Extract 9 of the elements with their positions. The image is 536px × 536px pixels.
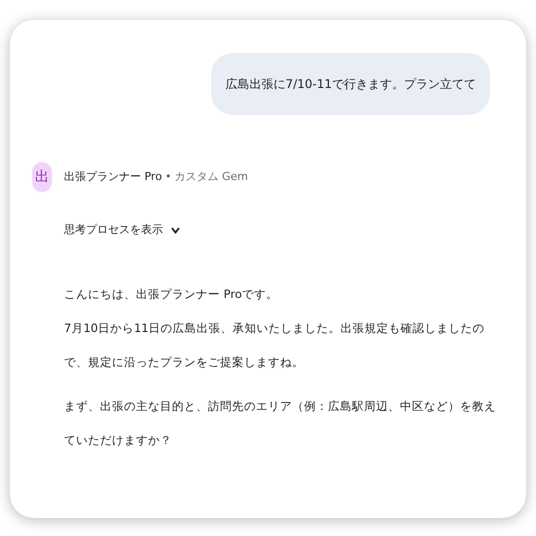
user-message-bubble: 広島出張に7/10-11で行きます。プラン立てて (211, 53, 490, 115)
avatar-icon: 出 (32, 162, 52, 192)
assistant-subtitle: カスタム Gem (174, 168, 248, 185)
response-text: こんにちは、出張プランナー Proです。 (64, 286, 279, 302)
assistant-name: 出張プランナー Pro (64, 168, 162, 185)
separator: • (164, 168, 172, 185)
response-text: 7月10日から11日の広島出張、承知いたしました。出張規定も確認しましたので、規定に沿ったプランをご提案しますね。 (64, 320, 486, 370)
response-text: まず、出張の主な目的と、訪問先のエリア（例：広島駅周辺、中区など）を教えていただけますか？ (64, 398, 497, 448)
show-thinking-toggle[interactable]: 思考プロセスを表示 (64, 222, 180, 238)
